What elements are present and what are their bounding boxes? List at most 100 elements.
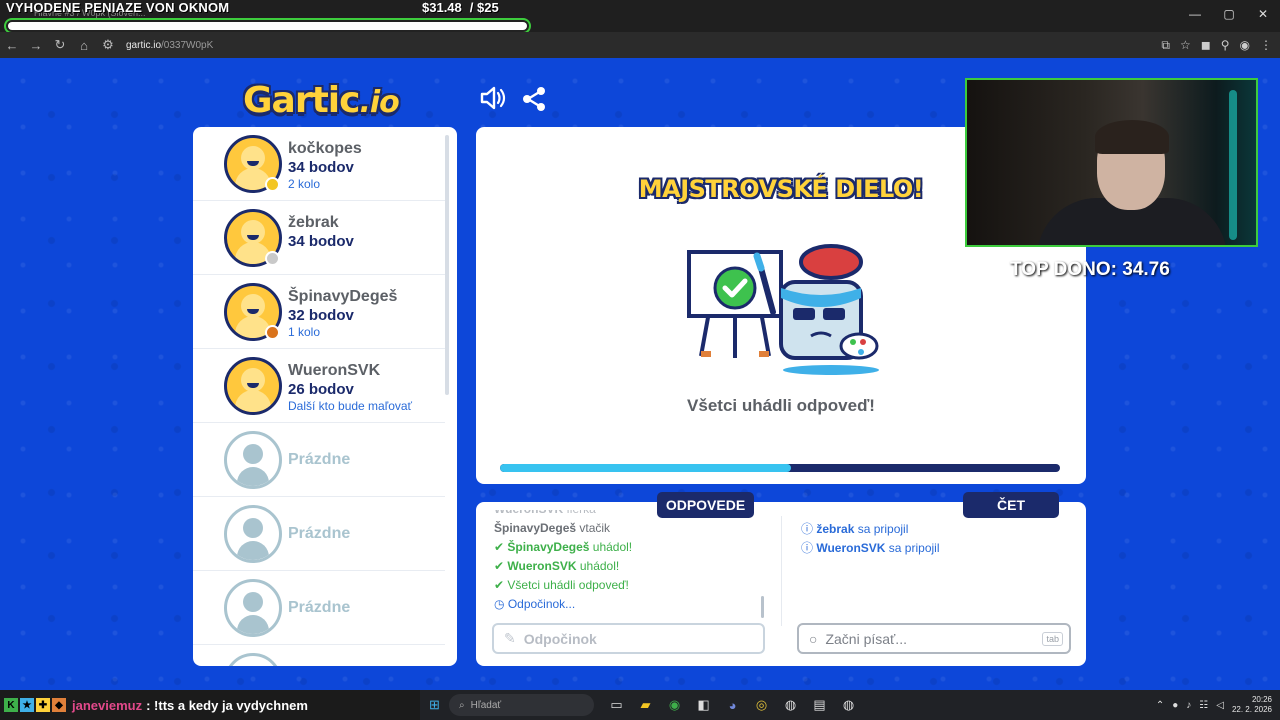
gartic-logo[interactable]: Gartic.io	[243, 80, 400, 121]
info-icon: ⓘ	[801, 541, 817, 555]
chat-text: sa pripojil	[857, 522, 909, 536]
answer-author: ŠpinavyDegeš	[494, 521, 580, 535]
tab-chat[interactable]: ČET	[963, 492, 1059, 518]
app-icon[interactable]: ◧	[689, 691, 718, 719]
empty-slot-label: Prázdne	[288, 599, 351, 616]
chat-bubble-icon: ○	[809, 630, 818, 647]
badge-bits-icon: ◆	[52, 698, 66, 712]
steam-icon[interactable]: ◍	[776, 691, 805, 719]
discord-icon[interactable]: ◕	[718, 691, 747, 719]
webcam-overlay	[965, 78, 1258, 247]
menu-icon[interactable]: ⋮	[1260, 38, 1272, 52]
taskbar-search[interactable]: ⌕ Hľadať	[449, 694, 594, 716]
answer-text: Odpočinok...	[507, 597, 576, 611]
player-status-dot	[265, 177, 280, 192]
clock[interactable]: 20:26 22. 2. 2026	[1232, 695, 1272, 715]
logo-suffix: .io	[359, 85, 399, 120]
tray-app-icon[interactable]: ●	[1172, 700, 1178, 711]
round-timer-fill	[500, 464, 792, 472]
home-icon[interactable]: ⌂	[72, 33, 96, 57]
address-bar[interactable]: gartic.io/0337W0pK	[126, 40, 213, 51]
masterpiece-illustration	[687, 244, 879, 375]
badge-gift-icon: ✚	[36, 698, 50, 712]
profile-icon[interactable]: ◉	[1240, 38, 1250, 52]
back-icon[interactable]: ←	[0, 33, 24, 57]
volume-icon[interactable]: ◁	[1216, 700, 1224, 711]
player-next-drawer: Další kto bude maľovať	[288, 399, 413, 413]
steam-2-icon[interactable]: ◍	[834, 691, 863, 719]
browser-actions: ⧉ ☆ ◼ ⚲ ◉ ⋮	[1161, 32, 1272, 58]
result-subtitle: Všetci uhádli odpoveď!	[687, 396, 875, 415]
player-row[interactable]: WueronSVK 26 bodov Další kto bude maľova…	[193, 349, 445, 423]
windows-start-icon[interactable]: ⊞	[420, 691, 449, 719]
epic-games-icon[interactable]: ▤	[805, 691, 834, 719]
answers-list: WueronSVK fierkaŠpinavyDegeš vtačik✔ Špi…	[494, 510, 764, 620]
goal-current: $31.48	[422, 0, 462, 15]
player-score: 26 bodov	[288, 381, 354, 398]
clock-icon: ◷	[494, 597, 508, 611]
answer-item: ◷ Odpočinok...	[494, 595, 764, 614]
file-explorer-icon[interactable]: ▰	[631, 691, 660, 719]
extension-icon[interactable]: ◼	[1201, 38, 1211, 52]
cast-icon[interactable]: ⧉	[1161, 38, 1170, 53]
players-scrollbar[interactable]	[445, 135, 449, 395]
tab-key-hint: tab	[1042, 632, 1063, 646]
answer-item: ✔ ŠpinavyDegeš uhádol!	[494, 538, 764, 557]
empty-slot: Prázdne	[193, 497, 445, 571]
badge-k-icon: K	[4, 698, 18, 712]
goal-target: / $25	[469, 0, 499, 15]
microphone-icon[interactable]: ♪	[1186, 700, 1191, 711]
check-icon: ✔	[494, 540, 508, 554]
browser-toolbar: ← → ↻ ⌂ ⚙ gartic.io/0337W0pK	[0, 32, 1280, 58]
bookmark-star-icon[interactable]: ☆	[1180, 38, 1191, 52]
search-icon: ⌕	[459, 699, 465, 711]
player-status-dot	[265, 325, 280, 340]
empty-slot-label: Prázdne	[288, 451, 351, 468]
player-row[interactable]: ŠpinavyDegeš 32 bodov 1 kolo	[193, 275, 445, 349]
player-round: 1 kolo	[288, 325, 321, 339]
clock-date: 22. 2. 2026	[1231, 705, 1272, 714]
chat-list: ⓘ žebrak sa pripojil ⓘ WueronSVK sa pripo…	[801, 520, 1071, 558]
close-icon[interactable]: ✕	[1246, 0, 1280, 28]
stream-goal-title: VYHODENE PENIAZE VON OKNOM	[6, 0, 230, 15]
player-row[interactable]: žebrak 34 bodov	[193, 201, 445, 275]
empty-avatar	[224, 505, 282, 563]
stream-goal-amount: $31.48 / $25	[422, 0, 499, 15]
maximize-icon[interactable]: ▢	[1212, 0, 1246, 28]
site-info-icon[interactable]: ⚙	[96, 33, 120, 57]
panel-divider	[781, 516, 782, 626]
chevron-up-icon[interactable]: ⌃	[1156, 700, 1164, 711]
forward-icon[interactable]: →	[24, 33, 48, 57]
player-row[interactable]: kočkopes 34 bodov 2 kolo	[193, 127, 445, 201]
badge-sub-icon: ★	[20, 698, 34, 712]
stream-chat-ticker: K ★ ✚ ◆ janeviemuz : !tts a kedy ja vydy…	[0, 690, 420, 720]
chrome-icon[interactable]: ◎	[747, 691, 776, 719]
window-controls: — ▢ ✕	[1178, 0, 1280, 28]
task-view-icon[interactable]: ▭	[602, 691, 631, 719]
player-name: kočkopes	[288, 140, 362, 157]
chat-input[interactable]: ○ Začni písať... tab	[797, 623, 1071, 654]
extensions-puzzle-icon[interactable]: ⚲	[1221, 38, 1230, 52]
network-icon[interactable]: ☷	[1199, 700, 1208, 711]
empty-avatar	[224, 431, 282, 489]
empty-slot-label: Prázdne	[288, 525, 351, 542]
reload-icon[interactable]: ↻	[48, 33, 72, 57]
answer-author: ŠpinavyDegeš	[507, 540, 593, 554]
answers-scrollbar[interactable]	[761, 596, 764, 618]
url-host: gartic.io	[126, 39, 162, 51]
empty-slot	[193, 645, 445, 666]
minimize-icon[interactable]: —	[1178, 0, 1212, 28]
clock-time: 20:26	[1251, 695, 1272, 704]
chat-input-placeholder: Začni písať...	[825, 630, 907, 647]
stream-goal-progress-fill	[8, 22, 527, 30]
chat-author: WueronSVK	[816, 541, 889, 555]
chat-text: sa pripojil	[888, 541, 940, 555]
answer-input[interactable]: ✎ Odpočinok	[492, 623, 765, 654]
share-icon[interactable]	[522, 86, 546, 118]
top-donation: TOP DONO: 34.76	[1010, 259, 1170, 280]
answer-text: Všetci uhádli odpoveď!	[507, 578, 629, 592]
spotify-icon[interactable]: ◉	[660, 691, 689, 719]
empty-slot: Prázdne	[193, 423, 445, 497]
stream-chat-user: janeviemuz	[72, 697, 143, 713]
sound-icon[interactable]	[480, 86, 506, 116]
